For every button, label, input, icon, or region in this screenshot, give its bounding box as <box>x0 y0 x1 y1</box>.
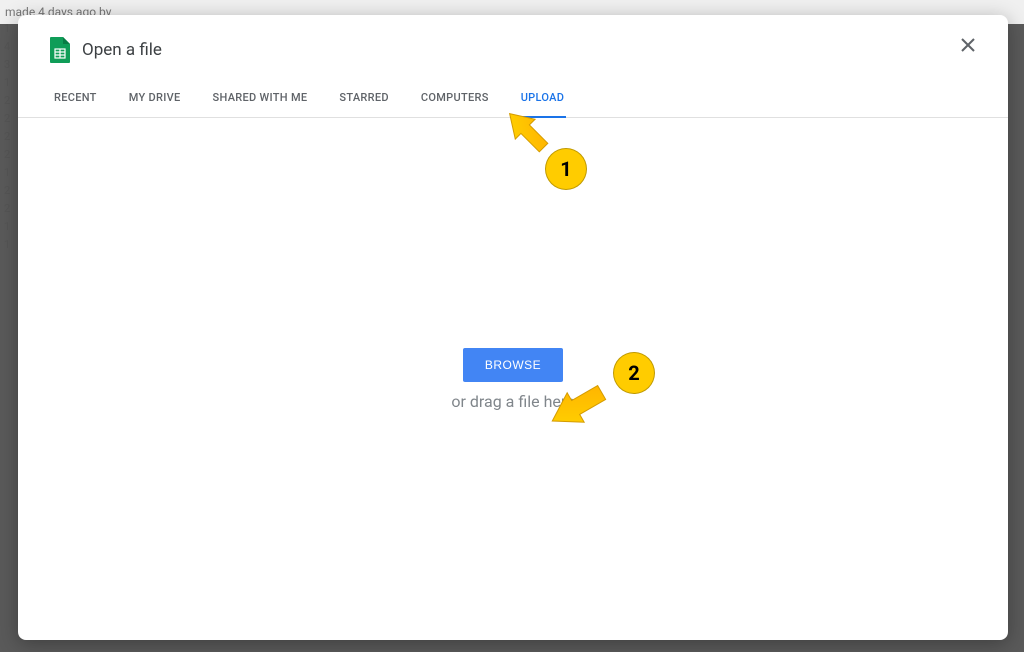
drag-file-text: or drag a file here <box>451 392 574 411</box>
close-icon <box>960 37 976 57</box>
bg-row: 3 <box>4 56 10 74</box>
bg-row: 2 <box>4 128 10 146</box>
tab-recent[interactable]: RECENT <box>52 91 99 118</box>
tab-my-drive[interactable]: MY DRIVE <box>127 91 183 118</box>
bg-row: 1 <box>4 218 10 236</box>
bg-row: 2 <box>4 92 10 110</box>
bg-row: 2 <box>4 182 10 200</box>
close-button[interactable] <box>956 35 980 59</box>
browse-button[interactable]: BROWSE <box>463 348 563 382</box>
bg-row: 2 <box>4 110 10 128</box>
tab-shared-with-me[interactable]: SHARED WITH ME <box>211 91 310 118</box>
dialog-title: Open a file <box>82 40 162 60</box>
dialog-header: Open a file <box>18 15 1008 63</box>
bg-row: 2 <box>4 146 10 164</box>
tab-upload[interactable]: UPLOAD <box>519 91 567 118</box>
bg-row: 1 <box>4 164 10 182</box>
dialog-tabs: RECENT MY DRIVE SHARED WITH ME STARRED C… <box>18 91 1008 118</box>
bg-row: 1 <box>4 74 10 92</box>
tab-computers[interactable]: COMPUTERS <box>419 91 491 118</box>
upload-content[interactable]: BROWSE or drag a file here <box>18 118 1008 640</box>
tab-starred[interactable]: STARRED <box>337 91 391 118</box>
bg-row: 2 <box>4 200 10 218</box>
background-row-numbers: 1 4 3 1 2 2 2 2 1 2 2 1 1 <box>0 20 10 254</box>
bg-row: 1 <box>4 236 10 254</box>
open-file-dialog: Open a file RECENT MY DRIVE SHARED WITH … <box>18 15 1008 640</box>
google-sheets-icon <box>50 37 70 63</box>
bg-row: 1 <box>4 20 10 38</box>
bg-row: 4 <box>4 38 10 56</box>
